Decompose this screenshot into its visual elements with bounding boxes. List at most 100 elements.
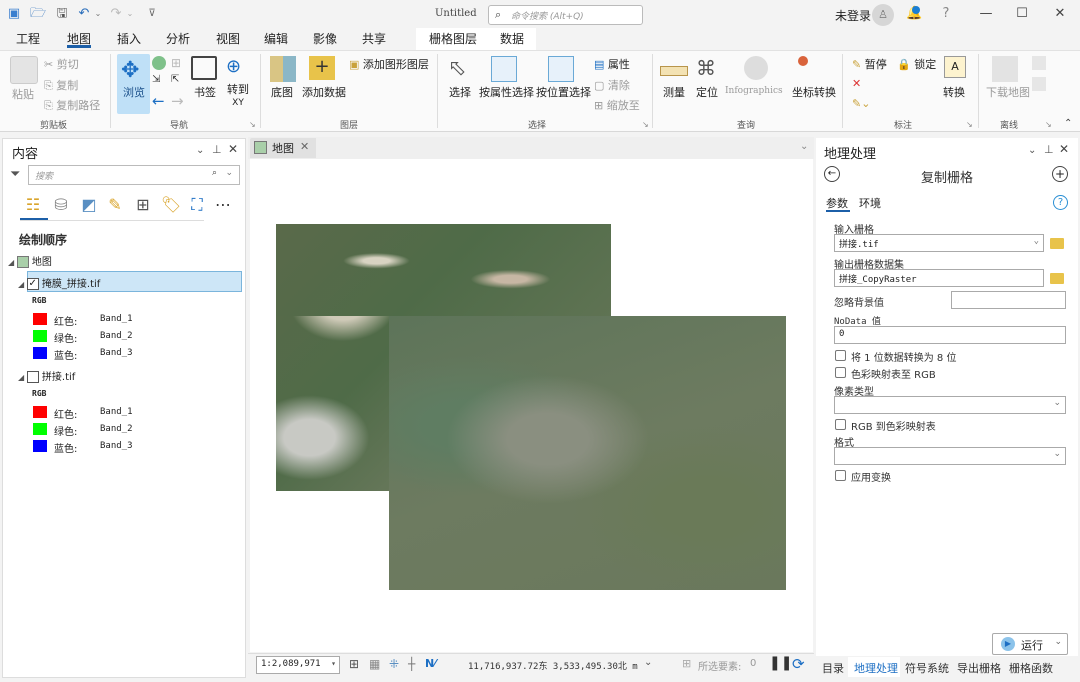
collapse-arrow-icon[interactable]: ◢ [18,373,27,382]
back-arrow-icon[interactable]: ← [824,166,840,182]
pin-icon[interactable]: ⊥ [212,143,222,156]
red-swatch[interactable] [33,406,47,418]
red-swatch[interactable] [33,313,47,325]
minimize-button[interactable]: — [976,6,996,21]
tab-export-raster[interactable]: 导出栅格 [957,660,1001,676]
scale-select[interactable]: 1:2,089,971 ▾ [256,656,340,674]
new-project-icon[interactable]: ▣ [6,6,22,22]
apply-transform-checkbox[interactable] [835,470,846,481]
input-raster-select[interactable]: 拼接.tif ⌄ [834,234,1044,252]
layer-item[interactable]: ◢ 拼接.tif [18,368,75,383]
tab-raster-layer[interactable]: 栅格图层 [429,30,477,48]
close-pane-icon[interactable]: ✕ [1059,142,1069,156]
zoom-to-selection-icon[interactable]: ⊞ [171,56,181,70]
filter-icon[interactable]: ⏷ [10,167,20,182]
nodata-input[interactable]: 0 [834,326,1066,344]
coordinate-format-chevron-icon[interactable]: ⌄ [644,657,652,668]
full-extent-icon[interactable] [152,56,166,70]
layer-item[interactable]: ◢ ✓ 掩膜_拼接.tif [18,275,100,290]
contents-search-input[interactable]: 搜索 ⌕ ⌄ [28,165,240,185]
browse-folder-icon[interactable] [1050,238,1064,249]
undo-dropdown-icon[interactable]: ⌄ [90,6,106,22]
previous-extent-icon[interactable]: ← [152,92,165,110]
open-project-icon[interactable]: 🗁 [30,6,46,22]
layer-visibility-checkbox[interactable] [26,371,39,383]
pause-drawing-icon[interactable]: ❚❚ [769,655,792,671]
pane-options-icon[interactable]: ⌄ [196,145,204,156]
select-by-location-button[interactable]: 按位置选择 [536,84,591,100]
refresh-icon[interactable]: ⟳ [792,655,805,673]
tab-insert[interactable]: 插入 [117,30,141,48]
attributes-button[interactable]: ▤ 属性 [594,56,630,72]
snapping-view-icon[interactable]: ⊞ [132,194,154,216]
goto-xy-button[interactable]: 转到 XY [227,84,249,109]
north-arrow-icon[interactable]: N⁄ [425,657,436,670]
add-graphics-layer-button[interactable]: ▣ 添加图形图层 [349,56,429,72]
output-raster-input[interactable]: 拼接_CopyRaster [834,269,1044,287]
drawing-order-icon[interactable]: ☷ [22,194,44,216]
close-pane-icon[interactable]: ✕ [228,142,238,156]
download-map-button[interactable]: 下载地图 [986,84,1030,100]
ignore-background-input[interactable] [951,291,1066,309]
tab-parameters[interactable]: 参数 [826,195,848,211]
map-tab[interactable]: 地图 ✕ [250,138,316,158]
format-select[interactable]: ⌄ [834,447,1066,465]
pin-icon[interactable]: ⊥ [1044,143,1054,156]
clear-button[interactable]: ▢ 清除 [594,77,630,93]
add-grid-icon[interactable]: ⊞ [349,657,359,671]
paste-button[interactable]: 粘贴 [12,86,34,102]
tab-catalog[interactable]: 目录 [822,660,844,676]
tab-symbology[interactable]: 符号系统 [905,660,949,676]
editing-view-icon[interactable]: ✎ [104,194,126,216]
rgb-to-colormap-checkbox[interactable] [835,419,846,430]
login-status[interactable]: 未登录 [835,7,871,24]
select-button[interactable]: 选择 [449,84,471,100]
green-swatch[interactable] [33,330,47,342]
pixel-type-select[interactable]: ⌄ [834,396,1066,414]
chevron-down-icon[interactable]: ⌄ [225,168,233,178]
map-node[interactable]: ◢ 地图 [8,253,52,268]
zoom-to-button[interactable]: ⊞ 缩放至 [594,97,640,113]
remove-offline-icon[interactable] [1032,77,1046,91]
lock-labeling-button[interactable]: 🔒 锁定 [897,56,936,72]
tab-data[interactable]: 数据 [500,30,524,48]
blue-swatch[interactable] [33,440,47,452]
labeling-launcher-icon[interactable]: ↘ [966,120,973,129]
cut-button[interactable]: ✂ 剪切 [44,56,79,72]
collapse-ribbon-icon[interactable]: ⌃ [1064,118,1072,129]
collapse-arrow-icon[interactable]: ◢ [8,258,17,267]
navigate-launcher-icon[interactable]: ↘ [249,120,256,129]
copy-path-button[interactable]: ⎘ 复制路径 [44,97,100,113]
next-extent-icon[interactable]: → [171,92,184,110]
redo-dropdown-icon[interactable]: ⌄ [122,6,138,22]
tab-analysis[interactable]: 分析 [166,30,190,48]
sync-icon[interactable] [1032,56,1046,70]
tab-list-chevron-icon[interactable]: ⌄ [800,141,808,152]
measure-button[interactable]: 测量 [663,84,685,100]
crosshair-icon[interactable]: ┼ [408,657,415,671]
user-avatar-icon[interactable]: ♙ [872,4,894,26]
add-icon[interactable]: + [1052,166,1068,182]
customize-toolbar-icon[interactable]: ⊽ [144,6,160,22]
blue-swatch[interactable] [33,347,47,359]
tab-edit[interactable]: 编辑 [264,30,288,48]
colormap-to-rgb-checkbox[interactable] [835,367,846,378]
convert-button[interactable]: 转换 [943,84,965,100]
labeling-view-icon[interactable]: 🏷 [160,194,182,216]
fixed-zoom-in-icon[interactable]: ⇲ [152,74,160,85]
tab-share[interactable]: 共享 [362,30,386,48]
selection-view-icon[interactable]: ◩ [78,194,100,216]
browse-folder-icon[interactable] [1050,273,1064,284]
label-options-icon[interactable]: ✎⌄ [852,97,870,110]
selection-launcher-icon[interactable]: ↘ [642,120,649,129]
select-by-attributes-button[interactable]: 按属性选择 [479,84,534,100]
remove-labels-icon[interactable]: ✕ [852,77,861,90]
add-data-button[interactable]: 添加数据 [302,84,346,100]
coordinate-conversion-button[interactable]: 坐标转换 [792,84,836,100]
bookmarks-button[interactable]: 书签 [194,84,216,100]
more-options-icon[interactable]: ⋯ [212,194,234,216]
fixed-zoom-out-icon[interactable]: ⇱ [171,74,179,85]
basemap-button[interactable]: 底图 [271,84,293,100]
perspective-imagery-icon[interactable]: ⛶ [186,194,208,216]
help-icon[interactable]: ? [1053,195,1068,210]
